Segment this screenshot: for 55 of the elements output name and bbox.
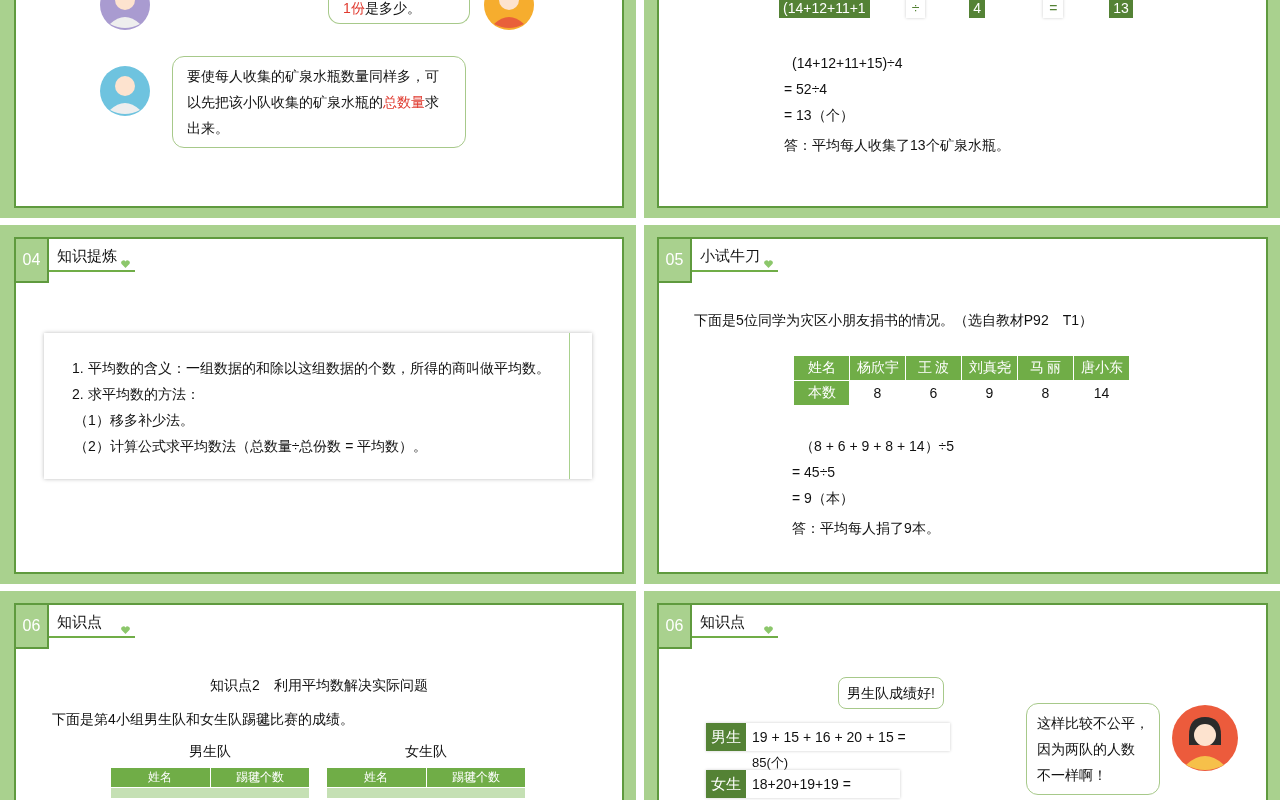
table-header: 马 丽 <box>1018 356 1073 381</box>
table-caption: 男生队 <box>189 743 231 761</box>
formula-block: ÷ <box>905 0 926 18</box>
result-text: 85(个) <box>752 756 790 769</box>
summary-line: 2. 求平均数的方法： <box>72 385 201 404</box>
section-number: 05 <box>659 239 692 283</box>
speech-bubble: 1份是多少。 <box>328 0 470 24</box>
subtitle-text: 知识点2 利用平均数解决实际问题 <box>209 677 429 695</box>
formula-block: = <box>1043 0 1064 18</box>
person-avatar <box>1172 705 1238 771</box>
summary-line: （2）计算公式求平均数法（总数量÷总份数 = 平均数）。 <box>73 437 429 456</box>
table-header: 杨欣宇 <box>850 356 905 381</box>
summary-line: （1）移多补少法。 <box>73 411 195 430</box>
row-label: 男生 <box>706 723 746 751</box>
formula-block: 13 <box>1109 0 1133 18</box>
table-cell-text: 9 <box>984 384 995 403</box>
table-header: 本数 <box>794 381 849 405</box>
summary-line: 1. 平均数的含义：一组数据的和除以这组数据的个数，所得的商叫做平均数。 <box>72 359 551 378</box>
table-cell-text: 14 <box>1092 384 1111 403</box>
heart-icon <box>764 260 773 268</box>
table-caption: 女生队 <box>405 743 447 761</box>
speech-bubble: 男生队成绩好! <box>838 677 944 709</box>
heart-icon <box>764 626 773 634</box>
person-avatar <box>100 66 150 116</box>
table-header: 刘真尧 <box>962 356 1017 381</box>
table-header: 唐小东 <box>1074 356 1129 381</box>
table-header: 王 波 <box>906 356 961 381</box>
table-cell-text: 8 <box>872 384 883 403</box>
answer-text: 答：平均每人收集了13个矿泉水瓶。 <box>784 136 1011 155</box>
calculation-line: = 52÷4 <box>784 80 829 99</box>
heart-icon <box>121 260 130 268</box>
question-text: 下面是第4小组男生队和女生队踢毽比赛的成绩。 <box>52 711 355 729</box>
formula-text: 19 + 15 + 16 + 20 + 15 = <box>751 729 906 745</box>
table-header: 姓名 <box>363 769 390 786</box>
answer-text: 答：平均每人捐了9本。 <box>792 519 941 538</box>
formula-block: (14+12+11+1 <box>779 0 870 18</box>
calculation-line: = 13（个） <box>784 106 855 125</box>
section-number: 06 <box>16 605 49 649</box>
calculation-line: = 9（本） <box>792 489 855 508</box>
formula-text: 18+20+19+19 = <box>751 776 851 792</box>
speech-bubble: 要使每人收集的矿泉水瓶数量同样多，可以先把该小队收集的矿泉水瓶的总数量求出来。 <box>172 56 466 148</box>
question-text: 下面是5位同学为灾区小朋友捐书的情况。（选自教材P92 T1） <box>694 312 1095 330</box>
speech-bubble: 这样比较不公平， 因为两队的人数 不一样啊！ <box>1026 703 1160 795</box>
table-header: 姓名 <box>794 356 849 381</box>
heart-icon <box>121 626 130 634</box>
calculation-line: = 45÷5 <box>792 463 837 482</box>
table-cell-text: 8 <box>1040 384 1051 403</box>
calculation-line: （8 + 6 + 9 + 8 + 14）÷5 <box>799 437 955 456</box>
calculation-line: (14+12+11+15)÷4 <box>791 54 904 73</box>
section-number: 06 <box>659 605 692 649</box>
formula-block: 4 <box>969 0 986 18</box>
section-number: 04 <box>16 239 49 283</box>
table-header: 姓名 <box>147 769 174 786</box>
row-label: 女生 <box>706 770 746 798</box>
table-cell-text: 6 <box>928 384 939 403</box>
